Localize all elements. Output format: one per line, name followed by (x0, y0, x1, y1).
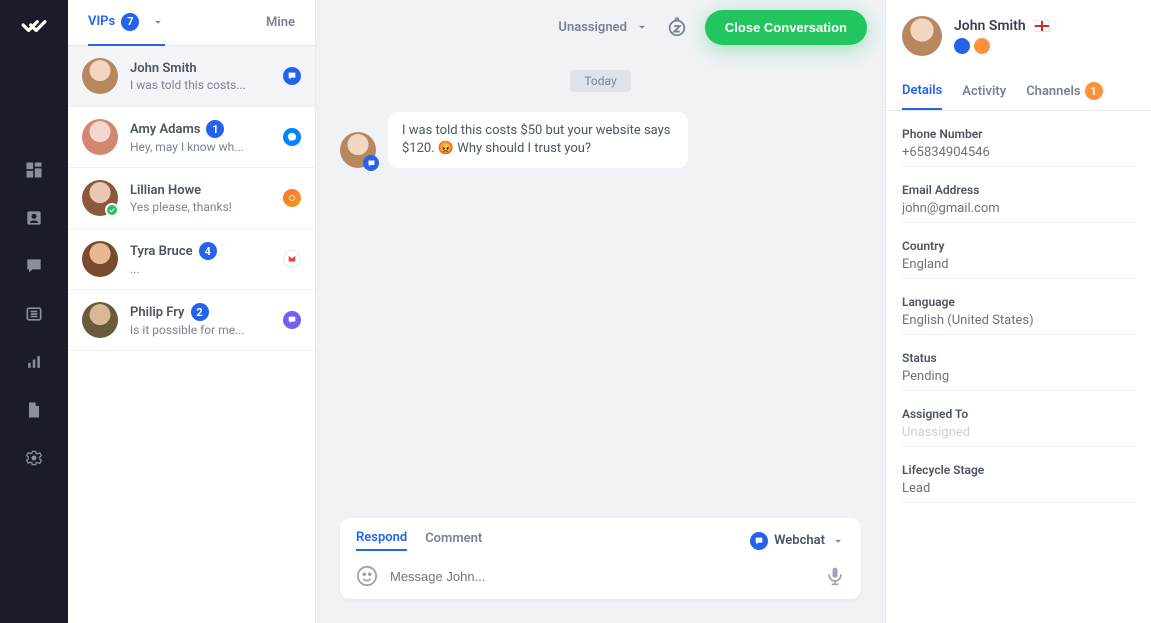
avatar (82, 119, 118, 155)
viber-icon (283, 311, 301, 329)
conversation-name: Tyra Bruce (130, 244, 193, 259)
list-icon[interactable] (24, 304, 44, 324)
nav-rail (0, 0, 68, 623)
channel-icon (283, 189, 301, 207)
messages-icon[interactable] (24, 256, 44, 276)
avatar (82, 302, 118, 338)
webchat-icon (954, 38, 970, 54)
contact-header: John Smith (886, 0, 1151, 72)
email-value[interactable]: john@gmail.com (902, 201, 1135, 223)
details-tab[interactable]: Details (902, 72, 942, 110)
channel-selector[interactable]: Webchat (750, 532, 845, 550)
field-lifecycle: Lifecycle Stage Lead (902, 463, 1135, 503)
conversation-name: John Smith (130, 61, 271, 76)
microphone-button[interactable] (825, 566, 845, 586)
conversation-name: Philip Fry (130, 305, 185, 320)
field-status: Status Pending (902, 351, 1135, 391)
vips-count-badge: 7 (121, 13, 139, 31)
chevron-down-icon (635, 20, 649, 34)
contact-channels (954, 38, 1050, 54)
conversation-name: Amy Adams (130, 122, 200, 137)
chat-header: Unassigned Close Conversation (316, 0, 885, 54)
webchat-icon (363, 155, 379, 171)
conversation-preview: ... (130, 262, 271, 276)
unread-badge: 1 (206, 120, 224, 138)
gmail-icon (283, 250, 301, 268)
avatar (82, 180, 118, 216)
channel-icon (974, 38, 990, 54)
avatar (82, 241, 118, 277)
conversation-item[interactable]: Lillian Howe Yes please, thanks! (68, 168, 315, 229)
message-input[interactable] (390, 569, 813, 584)
field-email: Email Address john@gmail.com (902, 183, 1135, 223)
webchat-icon (283, 67, 301, 85)
conversation-preview: I was told this costs... (130, 78, 271, 92)
contact-tabs: Details Activity Channels 1 (886, 72, 1151, 111)
status-value[interactable]: Pending (902, 369, 1135, 391)
phone-value[interactable]: +65834904546 (902, 145, 1135, 167)
activity-tab[interactable]: Activity (962, 72, 1006, 110)
flag-icon (1034, 20, 1050, 32)
app-logo (21, 12, 47, 42)
conversation-preview: Hey, may I know wh... (130, 140, 271, 154)
field-country: Country England (902, 239, 1135, 279)
message-avatar (340, 132, 376, 168)
channels-badge: 1 (1085, 82, 1103, 100)
field-language: Language English (United States) (902, 295, 1135, 335)
conversation-item[interactable]: Philip Fry 2 Is it possible for me... (68, 290, 315, 351)
message-bubble: I was told this costs $50 but your websi… (388, 112, 688, 168)
chevron-down-icon (831, 534, 845, 548)
verified-icon (105, 203, 119, 217)
emoji-button[interactable] (356, 565, 378, 587)
contacts-icon[interactable] (24, 208, 44, 228)
comment-tab[interactable]: Comment (425, 531, 482, 550)
messenger-icon (283, 128, 301, 146)
conversation-preview: Yes please, thanks! (130, 200, 271, 214)
lifecycle-value[interactable]: Lead (902, 481, 1135, 503)
inbox-tabs: VIPs 7 Mine (68, 0, 315, 46)
contact-fields: Phone Number +65834904546 Email Address … (886, 111, 1151, 519)
assigned-value[interactable]: Unassigned (902, 425, 1135, 447)
channels-tab[interactable]: Channels 1 (1026, 72, 1102, 110)
date-separator: Today (570, 70, 630, 92)
reports-icon[interactable] (24, 352, 44, 372)
contact-name: John Smith (954, 18, 1026, 34)
message-area: Today I was told this costs $50 but your… (316, 54, 885, 518)
snooze-button[interactable] (663, 13, 691, 41)
conversation-item[interactable]: Amy Adams 1 Hey, may I know wh... (68, 107, 315, 168)
conversation-item[interactable]: John Smith I was told this costs... (68, 46, 315, 107)
unread-badge: 4 (199, 242, 217, 260)
unread-badge: 2 (191, 303, 209, 321)
tab-vips[interactable]: VIPs 7 (88, 0, 165, 46)
conversation-name: Lillian Howe (130, 183, 271, 198)
settings-icon[interactable] (24, 448, 44, 468)
tab-label: VIPs (88, 14, 115, 29)
country-value[interactable]: England (902, 257, 1135, 279)
message-row: I was told this costs $50 but your websi… (340, 112, 861, 168)
message-composer: Respond Comment Webchat (340, 518, 861, 599)
close-conversation-button[interactable]: Close Conversation (705, 10, 867, 45)
conversation-list: VIPs 7 Mine John Smith I was told this c… (68, 0, 316, 623)
field-assigned: Assigned To Unassigned (902, 407, 1135, 447)
conversation-item[interactable]: Tyra Bruce 4 ... (68, 229, 315, 290)
assign-dropdown[interactable]: Unassigned (558, 20, 649, 35)
file-icon[interactable] (24, 400, 44, 420)
contact-avatar (902, 16, 942, 56)
field-phone: Phone Number +65834904546 (902, 127, 1135, 167)
tab-mine[interactable]: Mine (266, 0, 295, 46)
details-panel: John Smith Details Activity Channels 1 P… (885, 0, 1151, 623)
chat-main: Unassigned Close Conversation Today I wa… (316, 0, 885, 623)
conversation-preview: Is it possible for me... (130, 323, 271, 337)
snooze-icon (666, 16, 688, 38)
chevron-down-icon (151, 15, 165, 29)
language-value[interactable]: English (United States) (902, 313, 1135, 335)
webchat-icon (750, 532, 768, 550)
respond-tab[interactable]: Respond (356, 530, 407, 551)
avatar (82, 58, 118, 94)
dashboard-icon[interactable] (24, 160, 44, 180)
